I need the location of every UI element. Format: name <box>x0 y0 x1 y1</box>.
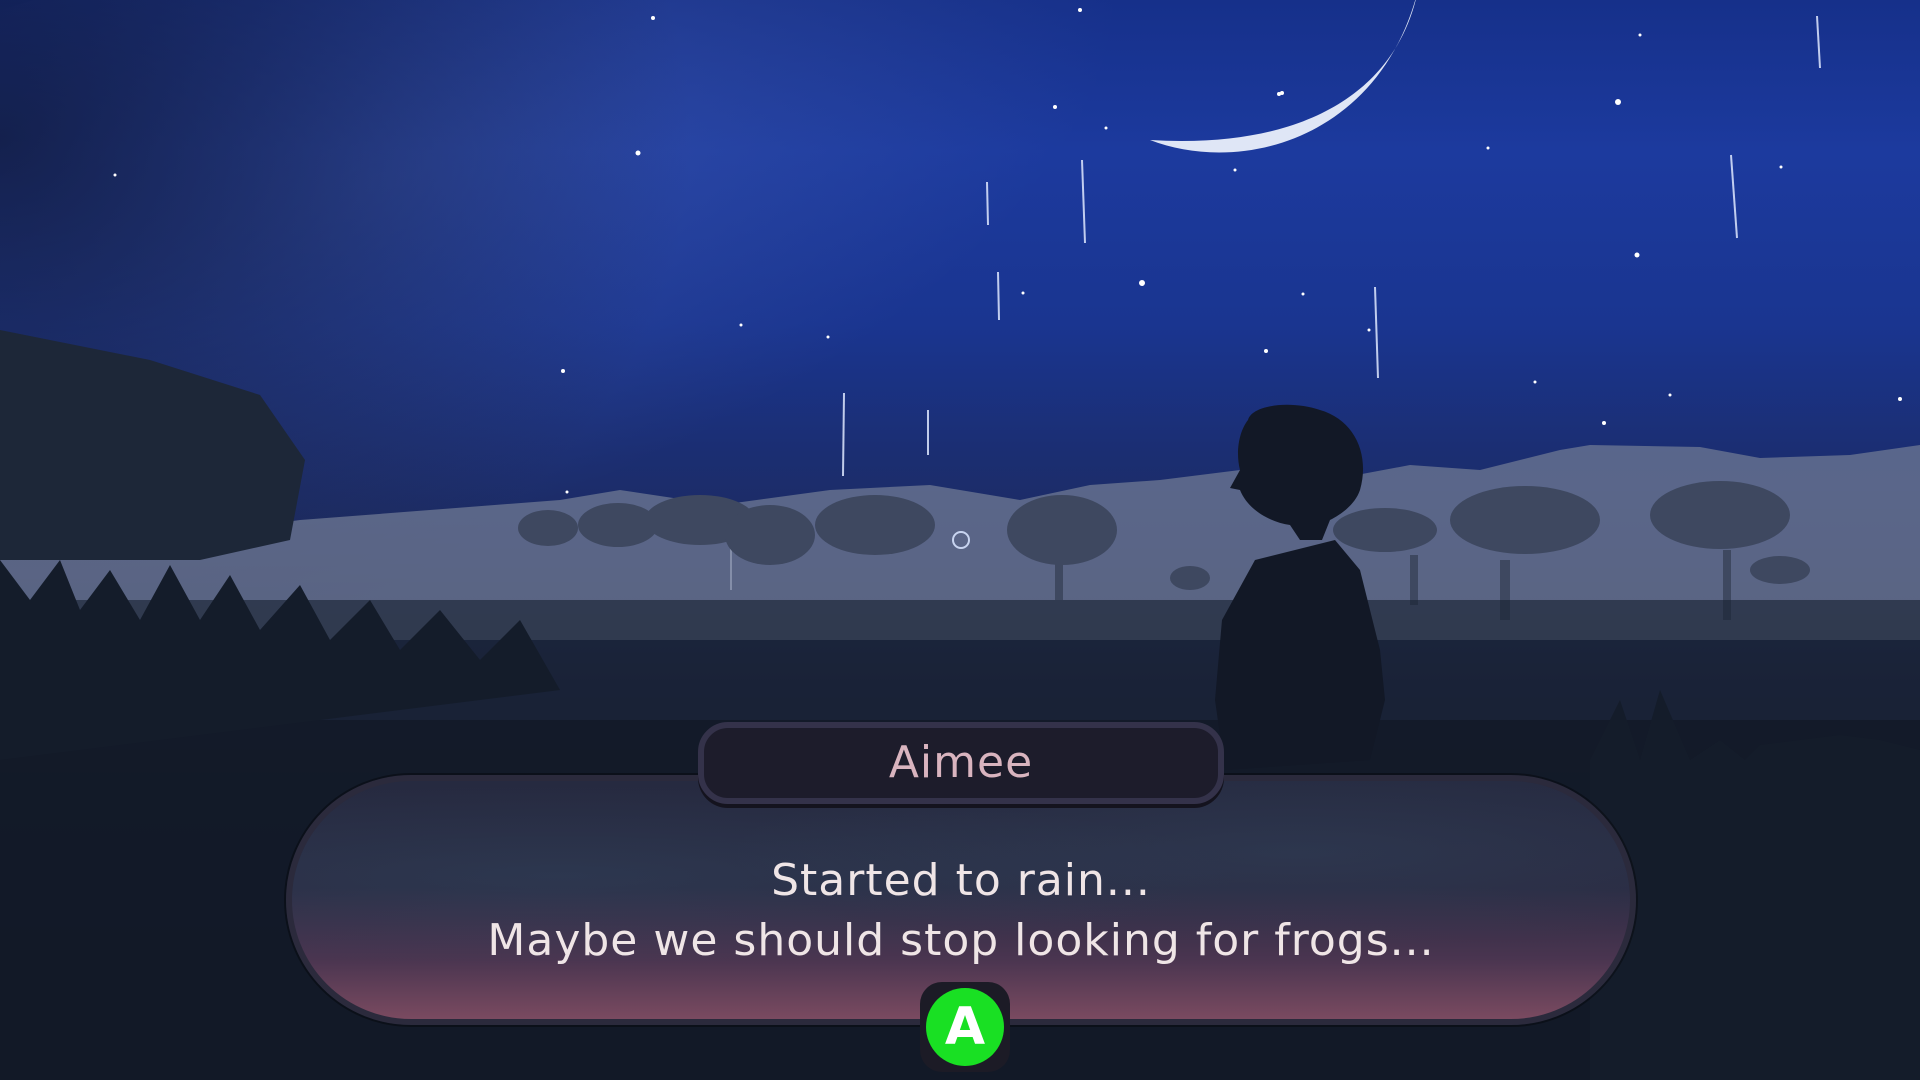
dialogue-text: Started to rain... Maybe we should stop … <box>292 851 1630 971</box>
dialogue-line-1: Started to rain... <box>771 855 1151 906</box>
cursor-reticle <box>952 531 970 549</box>
advance-a-button[interactable]: A <box>926 988 1004 1066</box>
crescent-moon-icon <box>1150 0 1416 153</box>
dialogue-line-2: Maybe we should stop looking for frogs..… <box>487 915 1435 966</box>
speaker-nameplate: Aimee <box>698 722 1224 804</box>
left-rock <box>0 330 305 560</box>
stars <box>113 8 1902 494</box>
advance-button-frame: A <box>920 982 1010 1072</box>
character-silhouette <box>1215 404 1385 770</box>
speaker-name: Aimee <box>888 737 1034 788</box>
